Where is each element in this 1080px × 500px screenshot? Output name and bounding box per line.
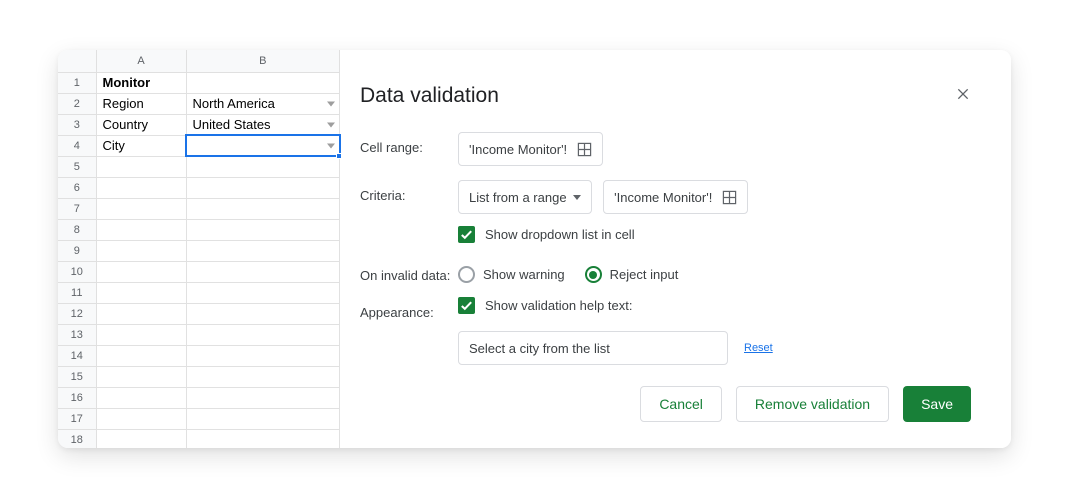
row-header[interactable]: 2: [58, 93, 96, 114]
row-header[interactable]: 15: [58, 366, 96, 387]
cell[interactable]: [96, 408, 186, 429]
show-help-text-checkbox[interactable]: Show validation help text:: [458, 297, 632, 314]
select-range-icon[interactable]: [577, 142, 592, 157]
row-header[interactable]: 4: [58, 135, 96, 156]
spreadsheet[interactable]: AB 1Monitor2RegionNorth America 3CountryUn…: [58, 50, 340, 448]
reset-link[interactable]: Reset: [744, 342, 773, 354]
cell[interactable]: [186, 198, 340, 219]
cell[interactable]: [186, 324, 340, 345]
cell[interactable]: [186, 282, 340, 303]
cell-range-value: 'Income Monitor'!: [469, 142, 567, 157]
row-header[interactable]: 17: [58, 408, 96, 429]
fill-handle[interactable]: [336, 153, 342, 159]
remove-validation-button[interactable]: Remove validation: [736, 386, 889, 422]
criteria-range-input[interactable]: 'Income Monitor'!: [603, 180, 748, 214]
cell-range-input[interactable]: 'Income Monitor'!: [458, 132, 603, 166]
radio-checked-icon: [585, 266, 602, 283]
row-header[interactable]: 12: [58, 303, 96, 324]
cell[interactable]: [96, 387, 186, 408]
cell[interactable]: [96, 240, 186, 261]
row-header[interactable]: 1: [58, 72, 96, 93]
cell[interactable]: [96, 429, 186, 448]
row-header[interactable]: 13: [58, 324, 96, 345]
column-header[interactable]: A: [96, 50, 186, 72]
cell[interactable]: North America: [186, 93, 340, 114]
cell[interactable]: [186, 156, 340, 177]
criteria-range-value: 'Income Monitor'!: [614, 190, 712, 205]
row-header[interactable]: 18: [58, 429, 96, 448]
cell[interactable]: City: [96, 135, 186, 156]
show-warning-label: Show warning: [483, 267, 565, 282]
cell[interactable]: United States: [186, 114, 340, 135]
cell-range-label: Cell range:: [360, 132, 458, 155]
show-dropdown-checkbox[interactable]: Show dropdown list in cell: [458, 226, 635, 243]
appearance-label: Appearance:: [360, 297, 458, 320]
row-header[interactable]: 14: [58, 345, 96, 366]
cell-dropdown-icon[interactable]: [327, 101, 335, 106]
save-button[interactable]: Save: [903, 386, 971, 422]
show-help-text-label: Show validation help text:: [485, 298, 632, 313]
column-header[interactable]: B: [186, 50, 340, 72]
cell[interactable]: [96, 282, 186, 303]
cell[interactable]: [186, 387, 340, 408]
cell[interactable]: [96, 303, 186, 324]
cell[interactable]: [186, 72, 340, 93]
select-all-corner[interactable]: [58, 50, 96, 72]
checkbox-checked-icon: [458, 226, 475, 243]
cell[interactable]: [96, 261, 186, 282]
row-header[interactable]: 8: [58, 219, 96, 240]
row-header[interactable]: 10: [58, 261, 96, 282]
cell[interactable]: [96, 198, 186, 219]
cell[interactable]: [96, 219, 186, 240]
cell[interactable]: [186, 303, 340, 324]
cell[interactable]: [186, 219, 340, 240]
cell[interactable]: [186, 366, 340, 387]
row-header[interactable]: 6: [58, 177, 96, 198]
row-header[interactable]: 7: [58, 198, 96, 219]
cell[interactable]: [96, 177, 186, 198]
dialog-title: Data validation: [360, 84, 971, 108]
cancel-button[interactable]: Cancel: [640, 386, 722, 422]
cell-dropdown-icon[interactable]: [327, 143, 335, 148]
select-range-icon[interactable]: [722, 190, 737, 205]
row-header[interactable]: 5: [58, 156, 96, 177]
criteria-type-value: List from a range: [469, 190, 567, 205]
criteria-label: Criteria:: [360, 180, 458, 203]
cell[interactable]: Country: [96, 114, 186, 135]
close-icon[interactable]: [955, 86, 975, 106]
criteria-type-dropdown[interactable]: List from a range: [458, 180, 592, 214]
show-warning-radio[interactable]: Show warning: [458, 266, 565, 283]
cell-dropdown-icon[interactable]: [327, 122, 335, 127]
row-header[interactable]: 3: [58, 114, 96, 135]
cell[interactable]: [186, 135, 340, 156]
cell[interactable]: [96, 345, 186, 366]
checkbox-checked-icon: [458, 297, 475, 314]
cell[interactable]: [186, 408, 340, 429]
dialog-footer: Cancel Remove validation Save: [640, 386, 971, 422]
on-invalid-label: On invalid data:: [360, 260, 458, 283]
row-header[interactable]: 11: [58, 282, 96, 303]
row-header[interactable]: 9: [58, 240, 96, 261]
cell[interactable]: [186, 240, 340, 261]
cell[interactable]: Monitor: [96, 72, 186, 93]
cell[interactable]: [96, 324, 186, 345]
cell[interactable]: [96, 366, 186, 387]
cell[interactable]: [186, 345, 340, 366]
data-validation-dialog: Data validation Cell range: 'Income Moni…: [340, 50, 1011, 448]
cell[interactable]: [186, 177, 340, 198]
cell[interactable]: [186, 429, 340, 448]
cell[interactable]: [186, 261, 340, 282]
reject-input-radio[interactable]: Reject input: [585, 266, 679, 283]
cell[interactable]: Region: [96, 93, 186, 114]
reject-input-label: Reject input: [610, 267, 679, 282]
row-header[interactable]: 16: [58, 387, 96, 408]
cell[interactable]: [96, 156, 186, 177]
help-text-input[interactable]: [458, 331, 728, 365]
radio-unchecked-icon: [458, 266, 475, 283]
show-dropdown-label: Show dropdown list in cell: [485, 227, 635, 242]
chevron-down-icon: [573, 195, 581, 200]
